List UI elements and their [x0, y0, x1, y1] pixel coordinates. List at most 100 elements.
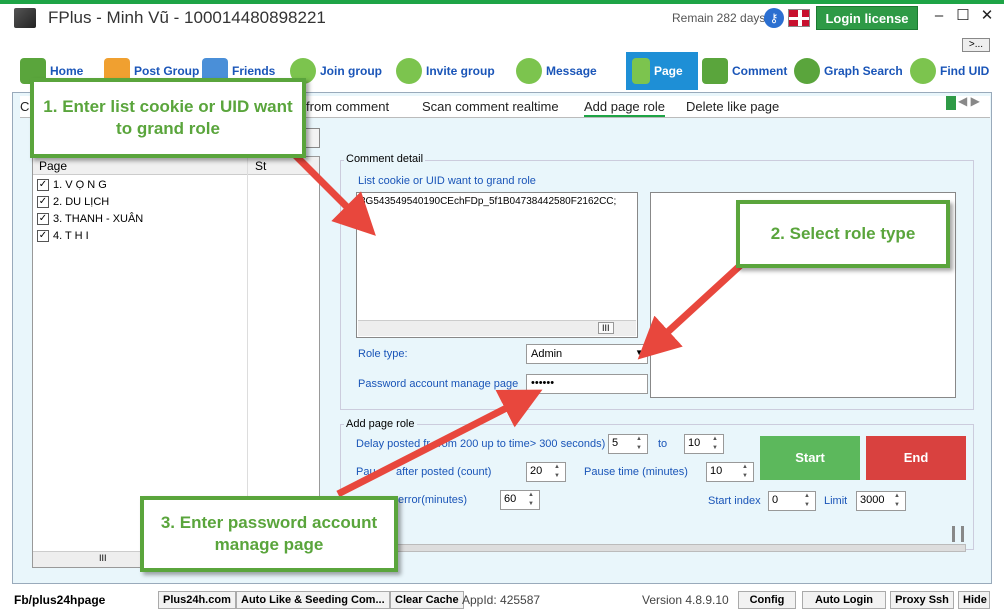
list-item-label: 1. V Ọ N G — [53, 179, 107, 191]
search-icon — [794, 58, 820, 84]
find-uid-icon — [910, 58, 936, 84]
pause-count-input[interactable]: 20 — [526, 462, 566, 482]
nav-label: Comment — [732, 64, 788, 78]
nav-label: Post Group — [134, 64, 200, 78]
config-button[interactable]: Config — [738, 591, 796, 609]
to-label: to — [658, 438, 668, 450]
nav-graph-search[interactable]: Graph Search — [794, 52, 903, 90]
uk-flag-icon[interactable] — [788, 9, 810, 27]
maximize-button[interactable]: ☐ — [952, 6, 974, 26]
list-item-label: 2. DU LỊCH — [53, 196, 110, 208]
nav-label: Friends — [232, 64, 276, 78]
nav-label: Find UID — [940, 64, 990, 78]
fb-page-link[interactable]: Fb/plus24hpage — [14, 593, 105, 607]
plus24h-button[interactable]: Plus24h.com — [158, 591, 236, 609]
cookie-list-value[interactable]: 3G543549540190CEchFDp_5f1B04738442580F21… — [360, 196, 636, 207]
tab-from-comment[interactable]: from comment — [306, 99, 389, 114]
list-item[interactable]: ✓ 1. V Ọ N G — [37, 179, 107, 191]
up-arrow-icon — [702, 58, 728, 84]
error-input[interactable]: 60 — [500, 490, 540, 510]
col-page: Page — [39, 159, 68, 173]
col-status: St — [255, 159, 267, 173]
chevron-down-icon[interactable]: ▼ — [635, 348, 643, 357]
status-bar: Fb/plus24hpage Plus24h.com Auto Like & S… — [0, 590, 1004, 612]
list-item[interactable]: ✓ 3. THANH - XUÂN — [37, 213, 143, 225]
error-label: error(minutes) — [398, 494, 468, 506]
tab-delete-like-page[interactable]: Delete like page — [686, 99, 779, 114]
remain-days: Remain 282 days — [672, 11, 766, 25]
hide-button[interactable]: Hide — [958, 591, 990, 609]
checkbox[interactable]: ✓ — [37, 179, 49, 191]
list-item[interactable]: ✓ 2. DU LỊCH — [37, 196, 109, 208]
nav-invite-group[interactable]: Invite group — [396, 52, 495, 90]
pause-label: Pau — [356, 466, 376, 478]
password-input[interactable]: •••••• — [526, 374, 648, 394]
end-button[interactable]: End — [866, 436, 966, 480]
invite-icon — [396, 58, 422, 84]
nav-label: Message — [546, 64, 597, 78]
limit-label: Limit — [824, 495, 848, 507]
limit-input[interactable]: 3000 — [856, 491, 906, 511]
tab-left-arrow-icon[interactable]: ◀ ▶ — [958, 94, 980, 108]
delay-label: Delay posted fr — [356, 438, 430, 450]
callout-step-1: 1. Enter list cookie or UID want to gran… — [30, 78, 306, 158]
callout-step-3: 3. Enter password account manage page — [140, 496, 398, 572]
cookie-scrollbar[interactable]: III — [358, 320, 636, 336]
start-index-label: Start index — [708, 495, 761, 507]
nav-label: Join group — [320, 64, 382, 78]
scroll-thumb[interactable]: III — [598, 322, 614, 334]
nav-label: Invite group — [426, 64, 495, 78]
proxy-ssh-button[interactable]: Proxy Ssh — [890, 591, 954, 609]
checkbox[interactable]: ✓ — [37, 213, 49, 225]
tab-scroll-icon[interactable] — [946, 96, 956, 110]
checkbox[interactable]: ✓ — [37, 230, 49, 242]
login-license-button[interactable]: Login license — [816, 6, 918, 30]
password-label: Password account manage page — [358, 378, 519, 390]
nav-comment[interactable]: Comment — [702, 52, 787, 90]
delay-label-2: rom 200 up to time> 300 seconds) — [438, 438, 606, 450]
list-item[interactable]: ✓ 4. T H I — [37, 230, 89, 242]
role-type-label: Role type: — [358, 348, 408, 360]
pause-time-input[interactable]: 10 — [706, 462, 754, 482]
comment-detail-legend: Comment detail — [344, 153, 426, 165]
start-index-input[interactable]: 0 — [768, 491, 816, 511]
progress-bar — [340, 544, 966, 552]
cookie-list-label: List cookie or UID want to grand role — [358, 175, 536, 187]
checkbox[interactable]: ✓ — [37, 196, 49, 208]
callout-step-2: 2. Select role type — [736, 200, 950, 268]
auto-login-button[interactable]: Auto Login — [802, 591, 886, 609]
auto-like-button[interactable]: Auto Like & Seeding Com... — [236, 591, 390, 609]
version: Version 4.8.9.10 — [642, 593, 729, 607]
clear-cache-button[interactable]: Clear Cache — [390, 591, 464, 609]
key-icon[interactable]: ⚷ — [764, 8, 784, 28]
close-button[interactable]: ✕ — [976, 6, 998, 26]
nav-page[interactable]: Page — [626, 52, 698, 90]
minimize-button[interactable]: – — [928, 6, 950, 26]
window-title: FPlus - Minh Vũ - 100014480898221 — [48, 8, 326, 27]
role-type-value: Admin — [531, 348, 563, 360]
list-item-label: 3. THANH - XUÂN — [53, 213, 144, 225]
pause-time-label: Pause time (minutes) — [584, 466, 688, 478]
app-id: AppId: 425587 — [462, 593, 541, 607]
delay-from-input[interactable]: 5 — [608, 434, 648, 454]
scroll-thumb[interactable]: III — [99, 553, 107, 563]
add-page-role-legend: Add page role — [344, 418, 417, 430]
pause-icon[interactable] — [952, 526, 964, 542]
cookie-list-input[interactable] — [356, 192, 638, 338]
list-item-label: 4. T H I — [53, 230, 89, 242]
page-list-header: Page St — [33, 157, 319, 175]
app-icon — [14, 8, 36, 28]
tab-cut[interactable]: C — [20, 99, 29, 114]
delay-to-input[interactable]: 10 — [684, 434, 724, 454]
nav-find-uid[interactable]: Find UID — [910, 52, 989, 90]
message-icon — [516, 58, 542, 84]
nav-label: Page — [654, 64, 683, 78]
page-icon — [632, 58, 650, 84]
more-button[interactable]: >... — [962, 38, 990, 52]
start-button[interactable]: Start — [760, 436, 860, 480]
role-type-select[interactable]: Admin ▼ — [526, 344, 648, 364]
tab-scan-realtime[interactable]: Scan comment realtime — [422, 99, 559, 114]
nav-label: Graph Search — [824, 64, 903, 78]
nav-message[interactable]: Message — [516, 52, 597, 90]
tab-add-page-role[interactable]: Add page role — [584, 99, 665, 117]
